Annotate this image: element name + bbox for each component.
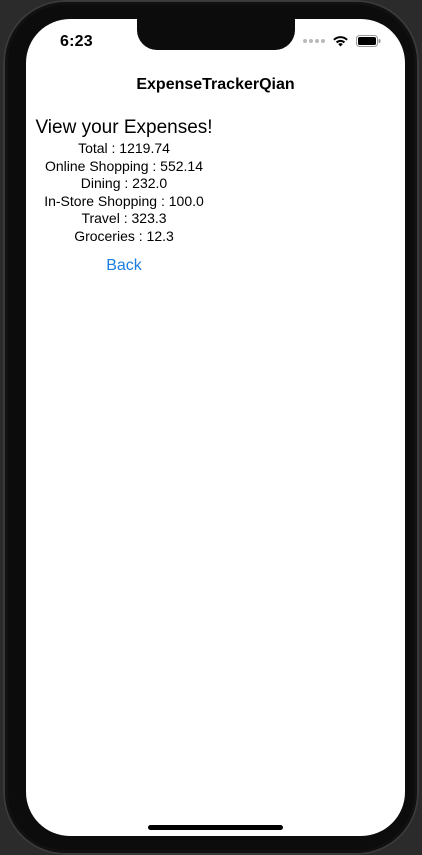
cellular-dots-icon xyxy=(303,39,325,43)
device-notch xyxy=(137,19,295,50)
expenses-content: View your Expenses! Total : 1219.74 Onli… xyxy=(35,116,213,275)
expense-travel: Travel : 323.3 xyxy=(81,210,167,226)
status-icons xyxy=(303,35,381,47)
home-indicator[interactable] xyxy=(148,825,283,830)
wifi-icon xyxy=(333,36,348,47)
expense-groceries: Groceries : 12.3 xyxy=(74,227,174,244)
expense-list: Total : 1219.74 Online Shopping : 552.14… xyxy=(44,140,204,245)
expense-online-shopping: Online Shopping : 552.14 xyxy=(44,157,203,174)
status-time: 6:23 xyxy=(60,33,93,50)
app-screen: 6:23 ExpenseTrackerQian View your Expens… xyxy=(26,19,405,836)
back-button[interactable]: Back xyxy=(106,257,142,275)
page-heading: View your Expenses! xyxy=(35,117,213,138)
battery-icon xyxy=(356,35,381,47)
expense-in-store-shopping: In-Store Shopping : 100.0 xyxy=(44,192,204,209)
nav-title: ExpenseTrackerQian xyxy=(136,76,295,93)
device-frame: 6:23 ExpenseTrackerQian View your Expens… xyxy=(3,0,419,855)
expense-dining: Dining : 232.0 xyxy=(80,175,168,191)
expense-total: Total : 1219.74 xyxy=(78,140,170,156)
